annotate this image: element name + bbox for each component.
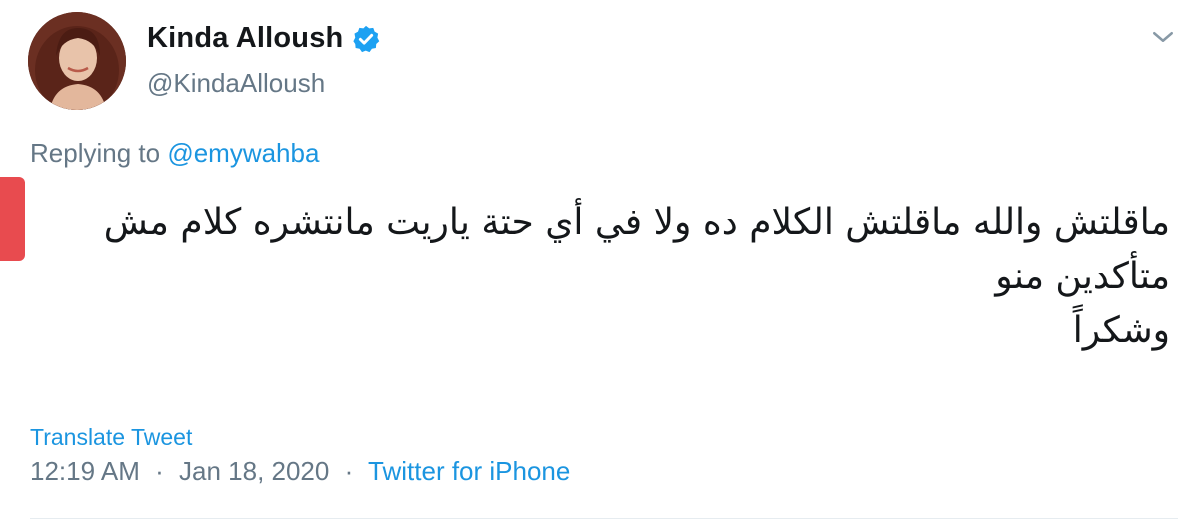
tweet-text-line: وشكراً <box>1072 310 1170 351</box>
replying-to-label: Replying to <box>30 138 161 168</box>
meta-separator: · <box>344 456 354 486</box>
tweet-text-line: ماقلتش والله ماقلتش الكلام ده ولا في أي … <box>103 202 1170 243</box>
avatar[interactable] <box>28 12 126 110</box>
user-handle[interactable]: @KindaAlloush <box>147 68 325 99</box>
tweet-source-link[interactable]: Twitter for iPhone <box>368 456 570 486</box>
replying-to: Replying to @emywahba <box>30 138 319 169</box>
meta-separator: · <box>155 456 164 486</box>
side-marker <box>0 177 25 261</box>
translate-tweet-link[interactable]: Translate Tweet <box>30 424 192 451</box>
tweet-meta: 12:19 AM · Jan 18, 2020 · Twitter for iP… <box>30 456 570 487</box>
tweet-card: Kinda Alloush @KindaAlloush Replying to … <box>0 0 1200 525</box>
verified-badge-icon <box>351 24 381 54</box>
chevron-down-icon[interactable] <box>1148 22 1178 52</box>
tweet-text: ماقلتش والله ماقلتش الكلام ده ولا في أي … <box>70 196 1170 358</box>
display-name[interactable]: Kinda Alloush <box>147 22 343 55</box>
divider <box>30 518 1178 519</box>
tweet-text-line: متأكدين منو <box>995 256 1170 297</box>
avatar-image <box>28 12 126 110</box>
name-row: Kinda Alloush <box>147 22 381 55</box>
reply-mention-link[interactable]: @emywahba <box>167 138 319 168</box>
tweet-date[interactable]: Jan 18, 2020 <box>179 456 329 486</box>
tweet-time[interactable]: 12:19 AM <box>30 456 140 486</box>
